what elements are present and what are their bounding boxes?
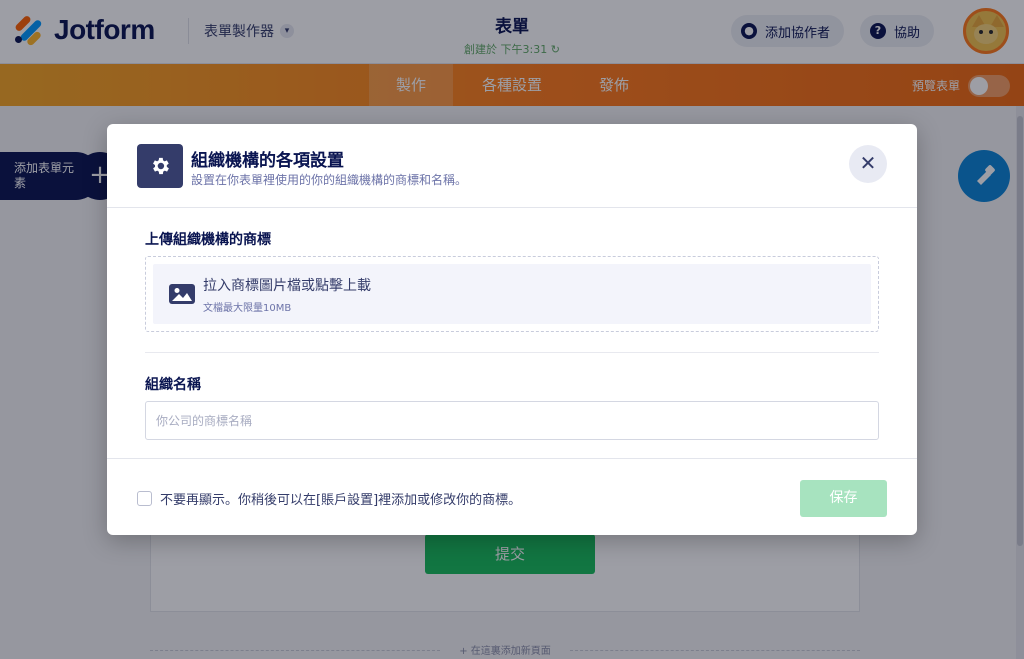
modal-header: 組織機構的各項設置 設置在你表單裡使用的你的組織機構的商標和名稱。 ✕ [107,124,917,208]
modal-title: 組織機構的各項設置 [191,151,344,171]
close-button[interactable]: ✕ [849,145,887,183]
dont-show-again-label[interactable]: 不要再顯示。你稍後可以在[賬戶設置]裡添加或修改你的商標。 [160,489,521,508]
organization-name-label: 組織名稱 [145,377,201,393]
upload-instruction: 拉入商標圖片檔或點擊上載 [203,278,371,294]
close-icon: ✕ [859,151,877,175]
modal-footer: 不要再顯示。你稍後可以在[賬戶設置]裡添加或修改你的商標。 保存 [107,458,917,535]
upload-logo-label: 上傳組織機構的商標 [145,232,271,248]
upload-area[interactable]: 拉入商標圖片檔或點擊上載 文檔最大限量10MB [153,264,871,324]
upload-size-limit: 文檔最大限量10MB [203,303,292,314]
save-button[interactable]: 保存 [800,480,887,517]
organization-name-input[interactable] [145,401,879,440]
modal-subtitle: 設置在你表單裡使用的你的組織機構的商標和名稱。 [191,173,468,187]
organization-settings-modal: 組織機構的各項設置 設置在你表單裡使用的你的組織機構的商標和名稱。 ✕ 上傳組織… [107,124,917,535]
image-icon [169,284,195,304]
section-divider [145,352,879,353]
logo-upload-dropzone[interactable]: 拉入商標圖片檔或點擊上載 文檔最大限量10MB [145,256,879,332]
gear-icon [137,144,183,188]
dont-show-again-checkbox[interactable] [137,491,152,506]
